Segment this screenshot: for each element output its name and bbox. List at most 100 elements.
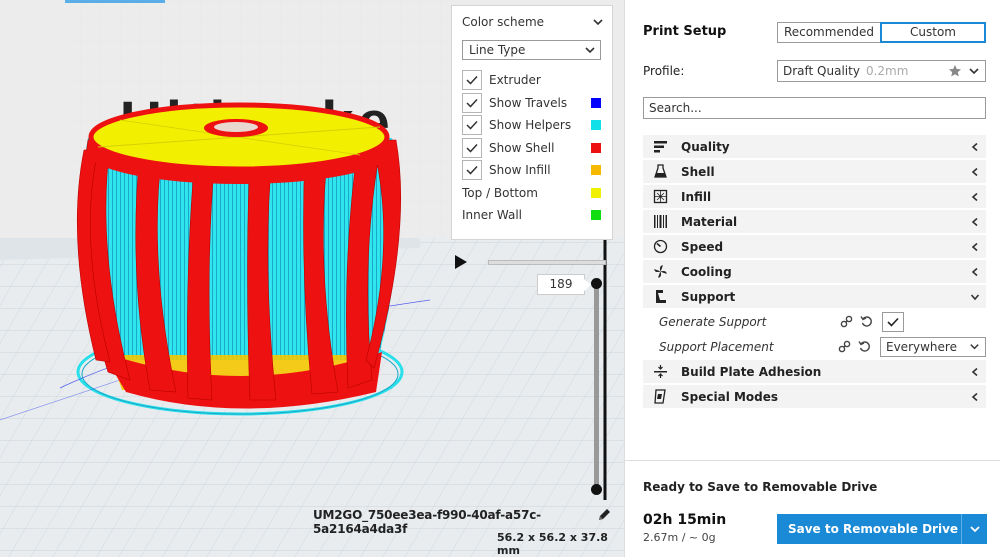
profile-label: Profile: xyxy=(643,64,685,78)
setting-label: Support Placement xyxy=(659,339,774,354)
settings-category-quality[interactable]: Quality xyxy=(643,135,986,158)
link-icon[interactable] xyxy=(838,340,851,353)
support-placement-select[interactable]: Everywhere xyxy=(880,336,986,357)
checkmark-icon xyxy=(887,317,899,327)
line-type-row[interactable]: Show Travels xyxy=(462,92,604,115)
play-icon[interactable] xyxy=(454,254,468,270)
color-scheme-title: Color scheme xyxy=(462,15,545,29)
category-label: Quality xyxy=(681,139,730,154)
save-options-dropdown[interactable] xyxy=(961,514,987,544)
cooling-icon xyxy=(654,265,667,278)
chevron-left-icon xyxy=(971,192,978,201)
settings-list: Quality Shell Infill Material Speed Cooling Su… xyxy=(643,135,986,410)
line-type-row: Top / Bottom xyxy=(462,182,604,205)
settings-category-special-modes[interactable]: Special Modes xyxy=(643,385,986,408)
tab-recommended[interactable]: Recommended xyxy=(777,22,881,43)
3d-viewport[interactable]: Ultimake xyxy=(0,0,624,557)
color-scheme-panel: Color scheme Line Type Extruder Show Trav… xyxy=(451,5,613,240)
chevron-down-icon xyxy=(970,344,979,350)
category-label: Infill xyxy=(681,189,712,204)
settings-category-shell[interactable]: Shell xyxy=(643,160,986,183)
layer-slider-top-handle[interactable] xyxy=(591,278,602,289)
line-type-label: Show Helpers xyxy=(489,118,572,133)
settings-category-build-plate-adhesion[interactable]: Build Plate Adhesion xyxy=(643,360,986,383)
layer-slider-track[interactable] xyxy=(594,284,599,489)
save-to-removable-drive-button[interactable]: Save to Removable Drive xyxy=(777,514,987,544)
category-label: Special Modes xyxy=(681,389,779,404)
settings-search-input[interactable] xyxy=(643,97,986,119)
settings-category-speed[interactable]: Speed xyxy=(643,235,986,258)
checkmark-icon xyxy=(466,121,478,130)
reset-icon[interactable] xyxy=(858,340,871,353)
chevron-down-icon xyxy=(969,526,980,533)
quality-icon xyxy=(654,141,667,153)
layer-number-input[interactable]: 189 xyxy=(537,274,591,295)
layer-view-progress-track[interactable] xyxy=(488,260,606,265)
chevron-down-icon xyxy=(970,293,980,300)
color-scheme-selected: Line Type xyxy=(469,43,526,57)
settings-category-infill[interactable]: Infill xyxy=(643,185,986,208)
color-swatch xyxy=(591,97,601,108)
model-dimensions: 56.2 x 56.2 x 37.8 mm xyxy=(497,531,608,557)
checkbox[interactable] xyxy=(462,115,482,136)
save-status: Ready to Save to Removable Drive xyxy=(643,480,878,494)
adhesion-icon xyxy=(654,365,667,378)
support-placement-value: Everywhere xyxy=(886,339,957,354)
checkmark-icon xyxy=(466,98,478,108)
line-type-label: Top / Bottom xyxy=(462,185,538,200)
checkbox[interactable] xyxy=(462,137,482,158)
category-label: Shell xyxy=(681,164,715,179)
line-type-row[interactable]: Show Infill xyxy=(462,159,604,182)
checkmark-icon xyxy=(466,143,478,153)
line-type-label: Show Travels xyxy=(489,95,568,110)
setup-mode-tabs: Recommended Custom xyxy=(777,22,986,43)
link-icon[interactable] xyxy=(840,315,853,328)
setting-support-placement: Support Placement Everywhere xyxy=(643,335,986,358)
checkmark-icon xyxy=(466,76,478,85)
category-label: Build Plate Adhesion xyxy=(681,364,822,379)
generate-support-checkbox[interactable] xyxy=(882,311,904,332)
profile-name: Draft Quality xyxy=(783,64,860,78)
chevron-left-icon xyxy=(971,367,978,376)
material-usage: 2.67m / ~ 0g xyxy=(643,531,716,544)
print-setup-title: Print Setup xyxy=(643,24,727,39)
color-scheme-select[interactable]: Line Type xyxy=(462,40,601,60)
chevron-down-icon xyxy=(585,47,595,54)
speed-icon xyxy=(653,239,668,254)
line-type-label: Extruder xyxy=(489,73,541,88)
category-label: Material xyxy=(681,214,738,229)
tab-custom[interactable]: Custom xyxy=(880,22,986,43)
line-type-label: Show Infill xyxy=(489,163,551,178)
material-icon xyxy=(654,215,667,228)
line-type-row[interactable]: Extruder xyxy=(462,69,604,92)
star-icon[interactable] xyxy=(948,64,962,78)
line-type-label: Inner Wall xyxy=(462,208,522,223)
line-type-row[interactable]: Show Helpers xyxy=(462,114,604,137)
color-swatch xyxy=(591,120,601,131)
checkbox[interactable] xyxy=(462,70,482,91)
profile-select[interactable]: Draft Quality 0.2mm xyxy=(777,60,986,82)
print-time: 02h 15min xyxy=(643,512,727,528)
profile-layer-height: 0.2mm xyxy=(865,64,909,78)
settings-category-cooling[interactable]: Cooling xyxy=(643,260,986,283)
color-scheme-header[interactable]: Color scheme xyxy=(462,12,604,32)
layer-slider-bottom-handle[interactable] xyxy=(591,484,602,495)
setting-actions xyxy=(838,340,871,353)
pencil-icon[interactable] xyxy=(598,508,611,521)
setting-generate-support: Generate Support xyxy=(643,310,986,333)
category-label: Speed xyxy=(681,239,724,254)
reset-icon[interactable] xyxy=(860,315,873,328)
special-modes-icon xyxy=(654,389,666,404)
settings-category-material[interactable]: Material xyxy=(643,210,986,233)
setting-actions xyxy=(840,315,873,328)
chevron-left-icon xyxy=(971,242,978,251)
chevron-left-icon xyxy=(971,267,978,276)
line-type-row[interactable]: Show Shell xyxy=(462,137,604,160)
color-swatch xyxy=(591,210,601,221)
color-swatch xyxy=(591,142,601,153)
settings-category-support[interactable]: Support xyxy=(643,285,986,308)
checkbox[interactable] xyxy=(462,160,482,181)
shell-icon xyxy=(654,164,667,178)
checkmark-icon xyxy=(466,166,478,175)
checkbox[interactable] xyxy=(462,92,482,113)
